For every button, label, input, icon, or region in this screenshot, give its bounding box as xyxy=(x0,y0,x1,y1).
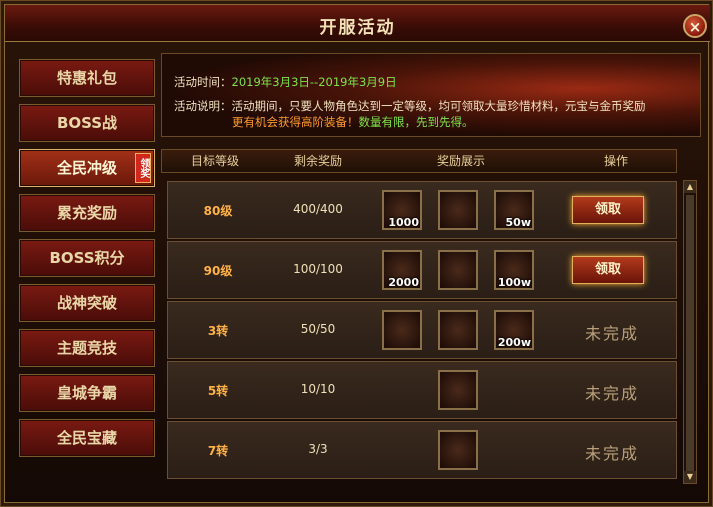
reward-table: 目标等级 剩余奖励 奖励展示 操作 80级 400/400 1000 50w 领… xyxy=(161,149,677,498)
table-header: 目标等级 剩余奖励 奖励展示 操作 xyxy=(161,149,677,173)
item-quantity: 1000 xyxy=(388,216,419,229)
table-row: 3转 50/50 200w 未完成 xyxy=(167,301,677,359)
sword-icon[interactable] xyxy=(438,430,478,470)
table-row: 5转 10/10 未完成 xyxy=(167,361,677,419)
sidebar-item-label: 战神突破 xyxy=(56,294,117,312)
item-quantity: 100w xyxy=(497,276,531,289)
activity-window: 开服活动 × 特惠礼包 BOSS战 全民冲级 领奖 累充奖励 BOSS积分 战神… xyxy=(0,0,713,507)
status-incomplete: 未完成 xyxy=(584,444,639,463)
sidebar-item-label: 主题竞技 xyxy=(56,339,117,357)
token-icon[interactable] xyxy=(438,190,478,230)
sidebar-item-label: BOSS战 xyxy=(56,114,118,132)
row-remaining: 400/400 xyxy=(293,202,343,216)
sidebar-item-recharge-reward[interactable]: 累充奖励 xyxy=(19,194,155,232)
event-time: 活动时间：2019年3月3日--2019年3月9日 xyxy=(174,74,397,90)
coin-pile-icon[interactable]: 200w xyxy=(494,310,534,350)
event-desc-highlight: 更有机会获得高阶装备！ xyxy=(232,115,359,129)
sidebar-item-war-god[interactable]: 战神突破 xyxy=(19,284,155,322)
token-icon[interactable] xyxy=(438,310,478,350)
scroll-thumb[interactable] xyxy=(686,195,694,471)
table-row: 90级 100/100 2000 100w 领取 xyxy=(167,241,677,299)
gold-ingot-icon[interactable]: 2000 xyxy=(382,250,422,290)
event-desc-limited: 数量有限，先到先得。 xyxy=(358,115,474,129)
header-action: 操作 xyxy=(603,154,628,168)
item-quantity: 200w xyxy=(497,336,531,349)
item-quantity: 50w xyxy=(505,216,531,229)
sidebar-item-theme-arena[interactable]: 主题竞技 xyxy=(19,329,155,367)
row-level: 7转 xyxy=(207,444,229,458)
row-remaining: 50/50 xyxy=(300,322,336,336)
sidebar-item-label: 累充奖励 xyxy=(56,204,117,222)
row-level: 5转 xyxy=(207,384,229,398)
coin-pile-icon[interactable]: 50w xyxy=(494,190,534,230)
sidebar: 特惠礼包 BOSS战 全民冲级 领奖 累充奖励 BOSS积分 战神突破 主题竞技… xyxy=(15,53,159,498)
content-panel: 活动时间：2019年3月3日--2019年3月9日 活动说明：活动期间，只要人物… xyxy=(161,53,701,498)
event-desc-label: 活动说明： xyxy=(174,99,232,113)
sidebar-item-label: 全民宝藏 xyxy=(56,429,117,447)
scrollbar[interactable]: ▲ ▼ xyxy=(683,180,697,484)
coin-pile-icon[interactable]: 100w xyxy=(494,250,534,290)
status-incomplete: 未完成 xyxy=(584,384,639,403)
sidebar-item-treasure[interactable]: 全民宝藏 xyxy=(19,419,155,457)
sidebar-item-city-siege[interactable]: 皇城争霸 xyxy=(19,374,155,412)
claim-button[interactable]: 领取 xyxy=(572,196,644,224)
header-remaining: 剩余奖励 xyxy=(293,154,342,168)
event-desc-text: 活动期间，只要人物角色达到一定等级，均可领取大量珍惜材料，元宝与金币奖励 xyxy=(231,99,646,113)
row-level: 80级 xyxy=(203,204,233,218)
sidebar-item-label: 特惠礼包 xyxy=(56,69,117,87)
row-level: 3转 xyxy=(207,324,229,338)
event-time-label: 活动时间： xyxy=(174,75,232,89)
table-row: 7转 3/3 未完成 xyxy=(167,421,677,479)
armor-icon[interactable] xyxy=(438,370,478,410)
claim-badge: 领奖 xyxy=(135,153,151,183)
title-bar: 开服活动 × xyxy=(5,5,710,42)
window-title: 开服活动 xyxy=(319,18,396,38)
row-remaining: 3/3 xyxy=(308,442,328,456)
scroll-down-icon[interactable]: ▼ xyxy=(684,471,696,483)
sidebar-item-special-pack[interactable]: 特惠礼包 xyxy=(19,59,155,97)
event-description-line2: 更有机会获得高阶装备！数量有限，先到先得。 xyxy=(232,114,474,130)
event-time-value: 2019年3月3日--2019年3月9日 xyxy=(231,75,397,89)
status-incomplete: 未完成 xyxy=(584,324,639,343)
row-level: 90级 xyxy=(203,264,233,278)
sidebar-item-boss-battle[interactable]: BOSS战 xyxy=(19,104,155,142)
claim-button[interactable]: 领取 xyxy=(572,256,644,284)
header-rewards: 奖励展示 xyxy=(436,154,485,168)
sidebar-item-label: 全民冲级 xyxy=(56,159,117,177)
header-target-level: 目标等级 xyxy=(190,154,239,168)
item-quantity: 2000 xyxy=(388,276,419,289)
table-row: 80级 400/400 1000 50w 领取 xyxy=(167,181,677,239)
sidebar-item-label: 皇城争霸 xyxy=(56,384,117,402)
row-remaining: 10/10 xyxy=(300,382,336,396)
token-icon[interactable] xyxy=(438,250,478,290)
close-icon: × xyxy=(688,18,702,36)
event-banner: 活动时间：2019年3月3日--2019年3月9日 活动说明：活动期间，只要人物… xyxy=(161,53,701,137)
armor-icon[interactable] xyxy=(382,310,422,350)
sidebar-item-level-rush[interactable]: 全民冲级 领奖 xyxy=(19,149,155,187)
sidebar-item-label: BOSS积分 xyxy=(49,249,125,267)
gold-ingot-icon[interactable]: 1000 xyxy=(382,190,422,230)
scroll-up-icon[interactable]: ▲ xyxy=(684,181,696,193)
event-description-line1: 活动说明：活动期间，只要人物角色达到一定等级，均可领取大量珍惜材料，元宝与金币奖… xyxy=(174,98,646,114)
row-remaining: 100/100 xyxy=(293,262,343,276)
sidebar-item-boss-points[interactable]: BOSS积分 xyxy=(19,239,155,277)
close-button[interactable]: × xyxy=(683,14,707,38)
